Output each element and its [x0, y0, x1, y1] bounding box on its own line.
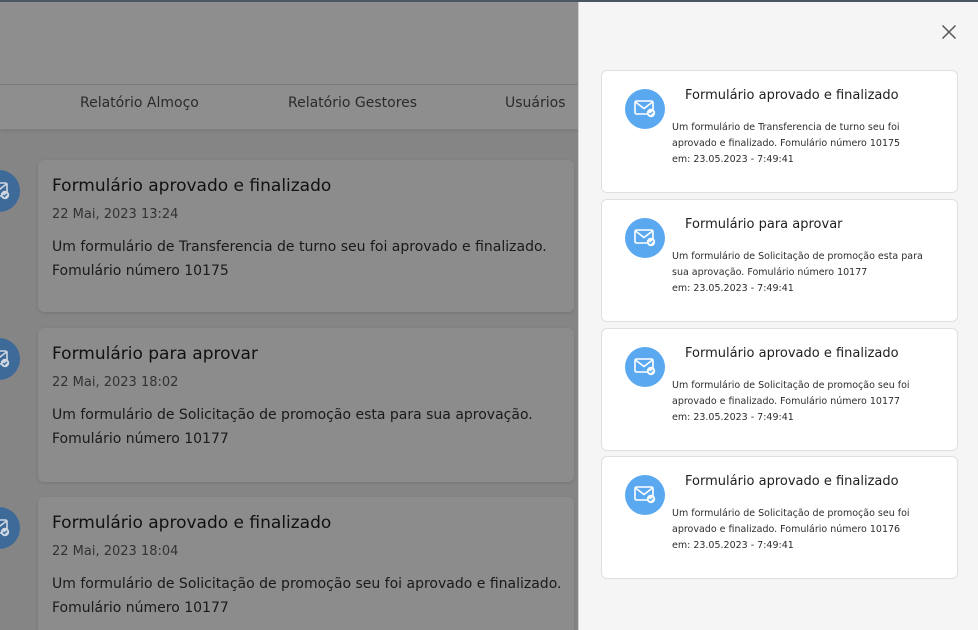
- timeline-title: Formulário aprovado e finalizado: [52, 176, 332, 196]
- notification-line: Um formulário de Solicitação de promoção…: [672, 380, 910, 391]
- notification-line: Um formulário de Transferencia de turno …: [672, 122, 900, 133]
- close-button[interactable]: [937, 20, 961, 44]
- notification-card[interactable]: Formulário aprovado e finalizado Um form…: [601, 328, 958, 451]
- background-page[interactable]: Relatório Almoço Relatório Gestores Usuá…: [0, 2, 578, 630]
- notification-timestamp: em: 23.05.2023 - 7:49:41: [672, 412, 794, 423]
- notification-title: Formulário para aprovar: [685, 217, 843, 232]
- notification-title: Formulário aprovado e finalizado: [685, 474, 899, 489]
- notification-line: aprovado e finalizado. Fomulário número …: [672, 524, 901, 535]
- notification-line: aprovado e finalizado. Fomulário número …: [672, 138, 901, 149]
- timeline-date: 22 Mai, 2023 13:24: [52, 207, 179, 222]
- envelope-check-icon: [625, 475, 665, 515]
- nav-item-usuarios[interactable]: Usuários: [505, 95, 566, 111]
- timeline-message: Um formulário de Solicitação de promoção…: [52, 407, 533, 447]
- envelope-check-icon: [0, 338, 20, 380]
- timeline-card: Formulário para aprovar 22 Mai, 2023 18:…: [0, 328, 574, 482]
- notification-card[interactable]: Formulário para aprovar Um formulário de…: [601, 199, 958, 322]
- timeline-card: Formulário aprovado e finalizado 22 Mai,…: [0, 160, 574, 312]
- timeline-date: 22 Mai, 2023 18:04: [52, 544, 179, 559]
- notification-message: Um formulário de Solicitação de promoção…: [672, 506, 950, 554]
- envelope-check-icon: [625, 347, 665, 387]
- notification-line: sua aprovação. Fomulário número 10177: [672, 267, 868, 278]
- nav-bar: Relatório Almoço Relatório Gestores Usuá…: [0, 85, 578, 129]
- notification-card[interactable]: Formulário aprovado e finalizado Um form…: [601, 456, 958, 579]
- notification-line: Um formulário de Solicitação de promoção…: [672, 508, 910, 519]
- nav-item-relatorio-gestores[interactable]: Relatório Gestores: [288, 95, 417, 111]
- timeline-title: Formulário para aprovar: [52, 344, 258, 364]
- close-icon: [941, 24, 957, 40]
- notification-message: Um formulário de Transferencia de turno …: [672, 120, 950, 168]
- timeline-title: Formulário aprovado e finalizado: [52, 513, 332, 533]
- notification-timestamp: em: 23.05.2023 - 7:49:41: [672, 154, 794, 165]
- envelope-check-icon: [0, 170, 20, 212]
- envelope-check-icon: [0, 507, 20, 549]
- notification-line: Um formulário de Solicitação de promoção…: [672, 251, 923, 262]
- notification-title: Formulário aprovado e finalizado: [685, 88, 899, 103]
- notification-card[interactable]: Formulário aprovado e finalizado Um form…: [601, 70, 958, 193]
- notification-line: aprovado e finalizado. Fomulário número …: [672, 396, 901, 407]
- envelope-check-icon: [625, 89, 665, 129]
- notifications-panel: Formulário aprovado e finalizado Um form…: [578, 2, 978, 630]
- timeline-date: 22 Mai, 2023 18:02: [52, 375, 179, 390]
- timeline-message: Um formulário de Solicitação de promoção…: [52, 576, 562, 616]
- timeline-card: Formulário aprovado e finalizado 22 Mai,…: [0, 497, 574, 630]
- notification-message: Um formulário de Solicitação de promoção…: [672, 249, 950, 297]
- timeline-message: Um formulário de Transferencia de turno …: [52, 239, 547, 279]
- notification-message: Um formulário de Solicitação de promoção…: [672, 378, 950, 426]
- notification-timestamp: em: 23.05.2023 - 7:49:41: [672, 540, 794, 551]
- notification-title: Formulário aprovado e finalizado: [685, 346, 899, 361]
- page-header: [0, 2, 578, 85]
- notification-timestamp: em: 23.05.2023 - 7:49:41: [672, 283, 794, 294]
- nav-item-relatorio-almoco[interactable]: Relatório Almoço: [80, 95, 199, 111]
- envelope-check-icon: [625, 218, 665, 258]
